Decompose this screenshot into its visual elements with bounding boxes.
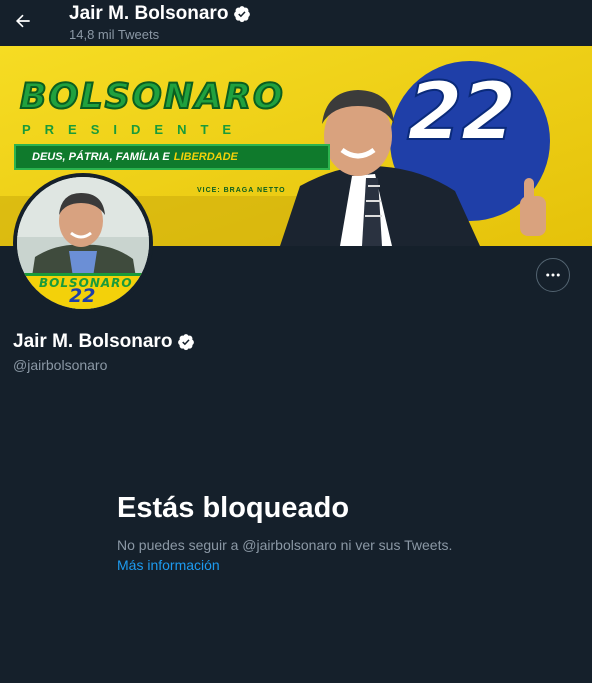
profile-name-row: Jair M. Bolsonaro xyxy=(13,331,195,353)
more-info-link[interactable]: Más información xyxy=(117,557,220,573)
back-button[interactable] xyxy=(8,6,38,36)
blocked-message: No puedes seguir a @jairbolsonaro ni ver… xyxy=(117,537,453,553)
avatar-number: 22 xyxy=(69,285,96,307)
more-options-button[interactable] xyxy=(536,258,570,292)
profile-name: Jair M. Bolsonaro xyxy=(13,331,173,352)
banner-slogan-main: DEUS, PÁTRIA, FAMÍLIA E xyxy=(32,151,170,163)
profile-handle: @jairbolsonaro xyxy=(13,357,108,373)
banner-slogan: DEUS, PÁTRIA, FAMÍLIA E LIBERDADE xyxy=(14,144,330,170)
header-title: Jair M. Bolsonaro xyxy=(69,3,251,25)
arrow-left-icon xyxy=(15,14,30,28)
top-header: Jair M. Bolsonaro 14,8 mil Tweets xyxy=(0,0,592,46)
verified-badge-icon xyxy=(178,334,195,351)
banner-subtitle: PRESIDENTE xyxy=(22,122,246,137)
banner-slogan-highlight: LIBERDADE xyxy=(173,151,238,163)
banner-logo-text: BOLSONARO xyxy=(19,77,285,117)
banner-vice: VICE: BRAGA NETTO xyxy=(197,187,286,194)
tweet-count: 14,8 mil Tweets xyxy=(69,27,160,42)
blocked-title: Estás bloqueado xyxy=(117,492,350,524)
banner-number: 22 xyxy=(406,65,517,158)
verified-badge-icon xyxy=(234,6,251,23)
header-name: Jair M. Bolsonaro xyxy=(69,3,229,24)
more-options-icon xyxy=(546,273,560,277)
avatar[interactable]: BOLSONARO 22 xyxy=(13,173,153,313)
